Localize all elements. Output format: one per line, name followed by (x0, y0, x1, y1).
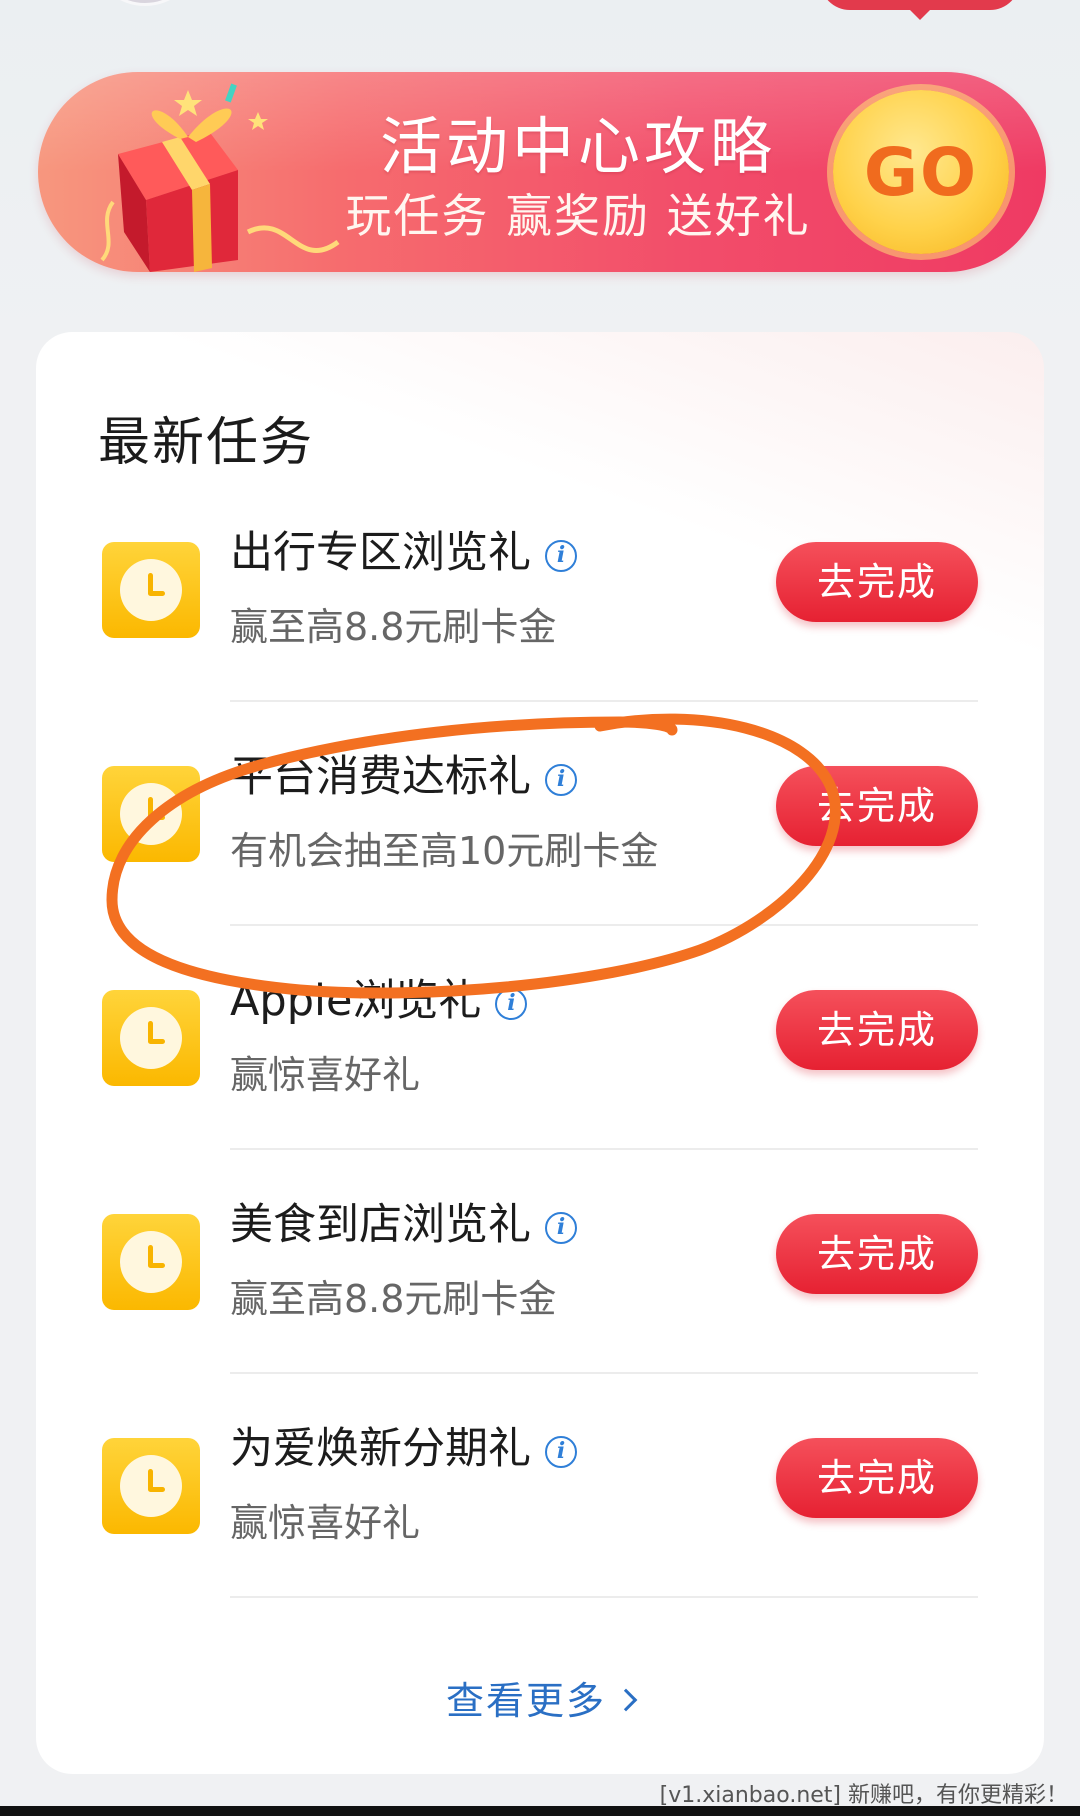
task-name-row: Apple浏览礼 i (230, 966, 528, 1028)
go-button[interactable]: GO (833, 90, 1009, 254)
divider (230, 1596, 978, 1598)
task-name-row: 出行专区浏览礼 i (230, 518, 577, 580)
banner-subtitle: 玩任务 赢奖励 送好礼 (345, 189, 811, 243)
info-icon[interactable]: i (495, 987, 528, 1020)
view-more-link[interactable]: 查看更多 (36, 1670, 1044, 1725)
task-name-row: 平台消费达标礼 i (230, 742, 577, 804)
task-name: Apple浏览礼 (230, 976, 482, 1026)
task-name: 出行专区浏览礼 (230, 528, 531, 578)
task-item: 美食到店浏览礼 i 赢至高8.8元刷卡金 去完成 (36, 1150, 1044, 1374)
navigation-bar (0, 1806, 1080, 1816)
task-description: 赢至高8.8元刷卡金 (230, 1277, 557, 1321)
task-item: 平台消费达标礼 i 有机会抽至高10元刷卡金 去完成 (36, 702, 1044, 926)
clock-icon (102, 990, 200, 1086)
info-icon[interactable]: i (545, 539, 577, 572)
clock-icon (102, 1214, 200, 1310)
task-description: 有机会抽至高10元刷卡金 (230, 829, 659, 873)
complete-task-button[interactable]: 去完成 (776, 1214, 978, 1294)
banner-title: 活动中心攻略 (379, 110, 776, 183)
clock-icon (102, 542, 200, 638)
task-item: 为爱焕新分期礼 i 赢惊喜好礼 去完成 (36, 1374, 1044, 1598)
task-name-row: 美食到店浏览礼 i (230, 1190, 577, 1252)
task-name: 美食到店浏览礼 (230, 1200, 531, 1250)
complete-task-button[interactable]: 去完成 (776, 990, 978, 1070)
info-icon[interactable]: i (545, 763, 577, 796)
task-item: Apple浏览礼 i 赢惊喜好礼 去完成 (36, 926, 1044, 1150)
task-name: 平台消费达标礼 (230, 752, 531, 802)
complete-task-button[interactable]: 去完成 (776, 766, 978, 846)
task-description: 赢惊喜好礼 (230, 1053, 421, 1097)
header-ribbon (820, 0, 1020, 20)
clock-icon (102, 1438, 200, 1534)
task-description: 赢至高8.8元刷卡金 (230, 605, 557, 649)
latest-tasks-card: 最新任务 出行专区浏览礼 i 赢至高8.8元刷卡金 去完成 平台消费达标礼 i 有机… (36, 332, 1044, 1774)
complete-task-button[interactable]: 去完成 (776, 1438, 978, 1518)
task-description: 赢惊喜好礼 (230, 1501, 421, 1545)
activity-guide-banner[interactable]: 活动中心攻略 玩任务 赢奖励 送好礼 GO (38, 72, 1046, 272)
chevron-right-icon (614, 1688, 638, 1711)
task-name-row: 为爱焕新分期礼 i (230, 1414, 577, 1476)
task-item: 出行专区浏览礼 i 赢至高8.8元刷卡金 去完成 (36, 478, 1044, 702)
info-icon[interactable]: i (545, 1435, 577, 1468)
section-title: 最新任务 (98, 413, 315, 473)
task-name: 为爱焕新分期礼 (230, 1424, 531, 1474)
clock-icon (102, 766, 200, 862)
view-more-label: 查看更多 (445, 1679, 606, 1723)
complete-task-button[interactable]: 去完成 (776, 542, 978, 622)
watermark: [v1.xianbao.net] 新赚吧，有你更精彩！ (659, 1783, 1068, 1808)
go-button-label: GO (863, 133, 979, 211)
info-icon[interactable]: i (545, 1211, 577, 1244)
